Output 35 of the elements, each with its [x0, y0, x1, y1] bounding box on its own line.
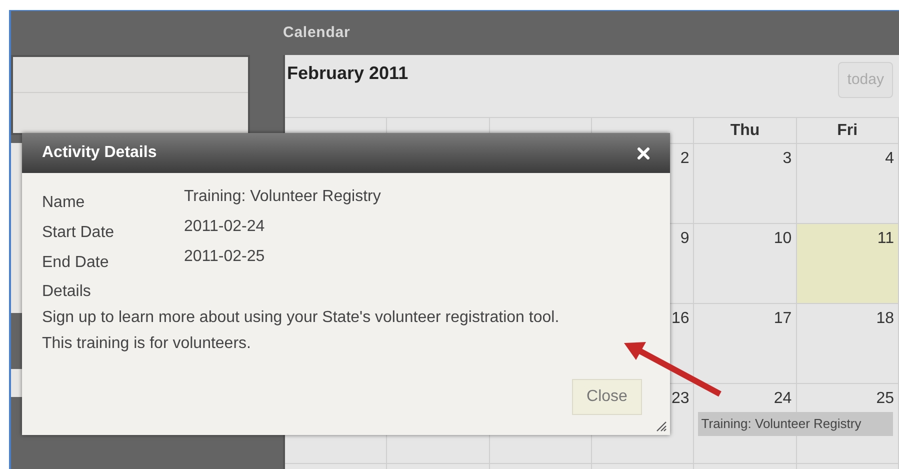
field-label: Name	[42, 193, 86, 213]
day-number: 2	[680, 149, 690, 169]
day-number: 18	[876, 309, 894, 329]
field-label: Details	[42, 282, 92, 302]
event-chip[interactable]: Training: Volunteer Registry	[698, 412, 893, 436]
details-text: This training is for volunteers.	[42, 334, 252, 354]
close-button[interactable]: Close	[572, 379, 642, 415]
month-title: February 2011	[287, 62, 408, 85]
resize-grip-icon[interactable]	[655, 420, 667, 432]
dialog-title: Activity Details	[42, 143, 157, 163]
day-cell[interactable]: 17	[694, 304, 797, 383]
field-label: End Date	[42, 253, 110, 273]
day-number: 3	[782, 149, 792, 169]
day-number: 4	[885, 149, 894, 169]
field-label: Start Date	[42, 223, 116, 243]
weekday-header: Thu	[730, 120, 760, 140]
field-value: Training: Volunteer Registry	[184, 187, 381, 207]
day-number: 17	[774, 309, 792, 329]
day-cell[interactable]: 3	[694, 144, 797, 223]
day-number: 23	[672, 389, 690, 409]
day-number: 11	[877, 229, 894, 249]
day-cell[interactable]: 18	[796, 304, 899, 383]
day-number: 25	[876, 389, 894, 409]
day-cell[interactable]: 11	[796, 224, 899, 303]
day-number: 24	[774, 389, 792, 409]
details-text: Sign up to learn more about using your State's volunteer registration tool.	[42, 308, 560, 328]
day-number: 16	[672, 309, 690, 329]
day-number: 10	[774, 229, 792, 249]
day-number: 9	[680, 229, 690, 249]
day-cell[interactable]: 4	[796, 144, 899, 223]
panel-title: Calendar	[283, 22, 350, 43]
field-value: 2011-02-24	[184, 217, 265, 237]
field-value: 2011-02-25	[184, 247, 265, 267]
weekday-header: Fri	[837, 120, 858, 140]
close-icon[interactable]	[637, 146, 650, 160]
